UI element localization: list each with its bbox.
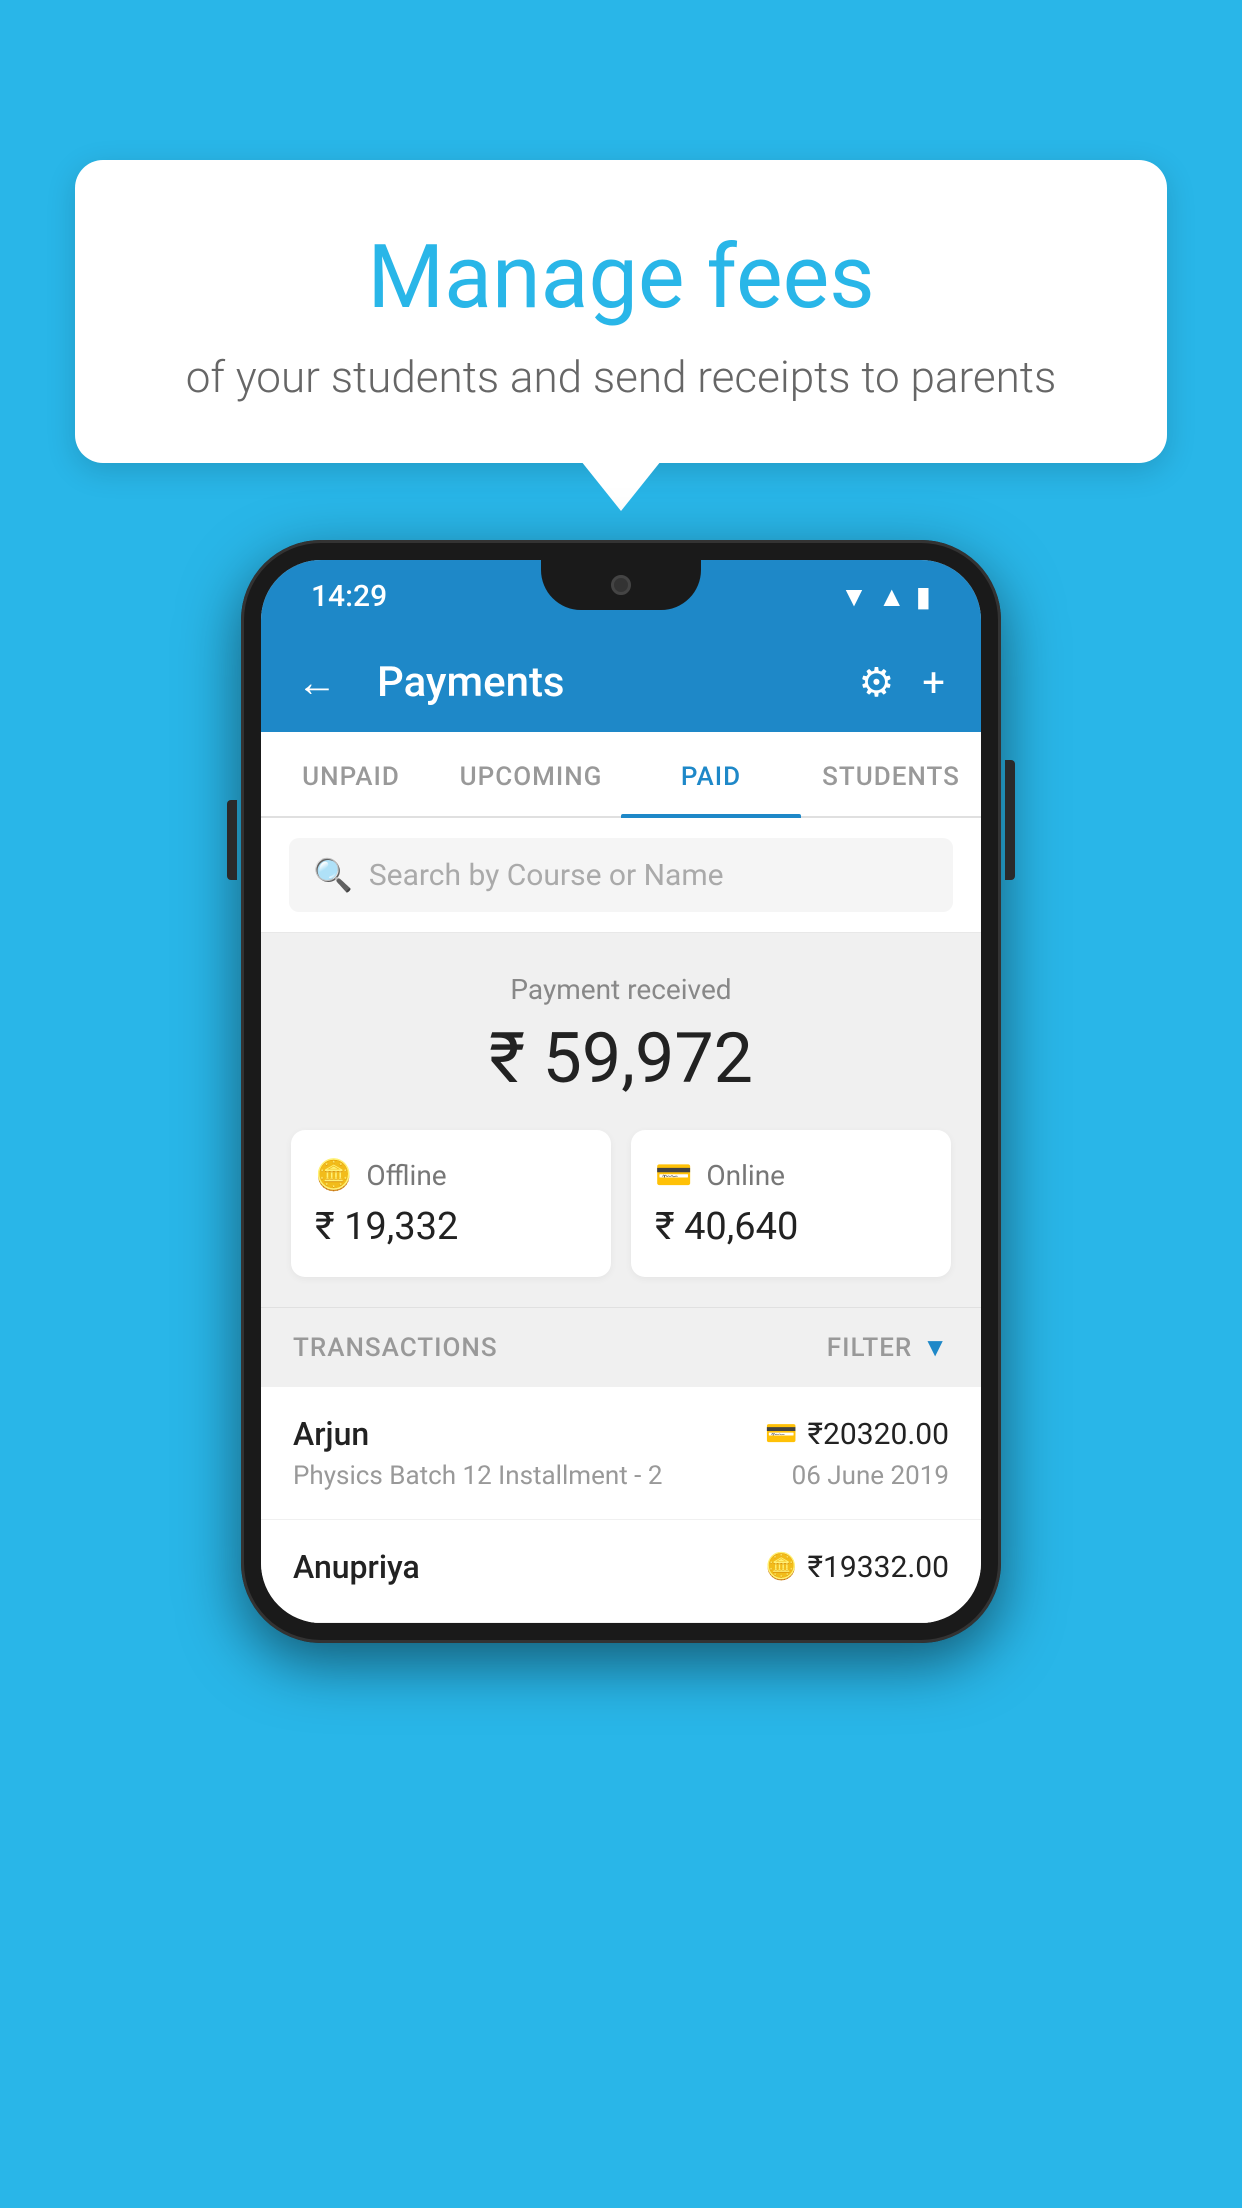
online-icon: 💳 xyxy=(655,1158,692,1193)
transaction-date: 06 June 2019 xyxy=(792,1461,949,1491)
filter-button[interactable]: FILTER ▼ xyxy=(827,1332,949,1363)
status-bar: 14:29 ▼ ▲ ▮ xyxy=(261,560,981,632)
online-amount: ₹ 40,640 xyxy=(655,1205,927,1249)
transaction-bottom: Physics Batch 12 Installment - 2 06 June… xyxy=(293,1461,949,1491)
transaction-amount-block: 💳 ₹20320.00 xyxy=(765,1417,949,1452)
transaction-row[interactable]: Arjun 💳 ₹20320.00 Physics Batch 12 Insta… xyxy=(261,1387,981,1520)
payment-summary: Payment received ₹ 59,972 🪙 Offline ₹ 19… xyxy=(261,933,981,1307)
transaction-name: Arjun xyxy=(293,1415,369,1453)
offline-label: Offline xyxy=(366,1159,446,1192)
transaction-amount: ₹20320.00 xyxy=(808,1417,949,1452)
settings-icon[interactable]: ⚙ xyxy=(858,659,894,706)
status-icons: ▼ ▲ ▮ xyxy=(840,580,931,613)
search-container: 🔍 Search by Course or Name xyxy=(261,818,981,933)
app-header: ← Payments ⚙ + xyxy=(261,632,981,732)
back-button[interactable]: ← xyxy=(297,659,337,706)
status-time: 14:29 xyxy=(311,579,387,614)
offline-icon: 🪙 xyxy=(315,1158,352,1193)
phone-screen: 14:29 ▼ ▲ ▮ ← Payments ⚙ + xyxy=(261,560,981,1623)
wifi-icon: ▼ xyxy=(840,580,868,613)
payment-total-amount: ₹ 59,972 xyxy=(291,1018,951,1100)
camera-notch xyxy=(611,575,631,595)
transaction-top: Arjun 💳 ₹20320.00 xyxy=(293,1415,949,1453)
tooltip-subtitle: of your students and send receipts to pa… xyxy=(135,351,1107,403)
transaction-row[interactable]: Anupriya 🪙 ₹19332.00 xyxy=(261,1520,981,1623)
transactions-header: TRANSACTIONS FILTER ▼ xyxy=(261,1307,981,1387)
tooltip-title: Manage fees xyxy=(135,230,1107,327)
payment-cards: 🪙 Offline ₹ 19,332 💳 Online ₹ 40,640 xyxy=(291,1130,951,1277)
offline-payment-card: 🪙 Offline ₹ 19,332 xyxy=(291,1130,611,1277)
filter-label: FILTER xyxy=(827,1333,912,1363)
payment-received-label: Payment received xyxy=(291,973,951,1006)
signal-icon: ▲ xyxy=(878,580,906,613)
transaction-top: Anupriya 🪙 ₹19332.00 xyxy=(293,1548,949,1586)
tabs-bar: UNPAID UPCOMING PAID STUDENTS xyxy=(261,732,981,818)
phone-frame: 14:29 ▼ ▲ ▮ ← Payments ⚙ + xyxy=(241,540,1001,1643)
header-action-icons: ⚙ + xyxy=(858,659,945,706)
online-card-header: 💳 Online xyxy=(655,1158,927,1193)
tooltip-card: Manage fees of your students and send re… xyxy=(75,160,1167,463)
filter-icon: ▼ xyxy=(922,1332,949,1363)
battery-icon: ▮ xyxy=(916,580,931,613)
search-input[interactable]: Search by Course or Name xyxy=(369,858,724,893)
transaction-desc: Physics Batch 12 Installment - 2 xyxy=(293,1461,662,1491)
phone-mockup: 14:29 ▼ ▲ ▮ ← Payments ⚙ + xyxy=(241,540,1001,1643)
tab-paid[interactable]: PAID xyxy=(621,732,801,816)
tab-upcoming[interactable]: UPCOMING xyxy=(441,732,621,816)
offline-card-header: 🪙 Offline xyxy=(315,1158,587,1193)
header-title: Payments xyxy=(377,658,828,707)
tab-unpaid[interactable]: UNPAID xyxy=(261,732,441,816)
online-payment-card: 💳 Online ₹ 40,640 xyxy=(631,1130,951,1277)
transaction-amount: ₹19332.00 xyxy=(808,1550,949,1585)
transaction-name: Anupriya xyxy=(293,1548,420,1586)
card-icon: 💳 xyxy=(765,1419,797,1449)
offline-amount: ₹ 19,332 xyxy=(315,1205,587,1249)
search-icon: 🔍 xyxy=(313,856,353,894)
transactions-label: TRANSACTIONS xyxy=(293,1333,498,1363)
notch xyxy=(541,560,701,610)
search-box[interactable]: 🔍 Search by Course or Name xyxy=(289,838,953,912)
add-icon[interactable]: + xyxy=(922,659,945,706)
tab-students[interactable]: STUDENTS xyxy=(801,732,981,816)
transaction-amount-block: 🪙 ₹19332.00 xyxy=(765,1550,949,1585)
online-label: Online xyxy=(706,1159,785,1192)
cash-icon: 🪙 xyxy=(765,1552,797,1582)
